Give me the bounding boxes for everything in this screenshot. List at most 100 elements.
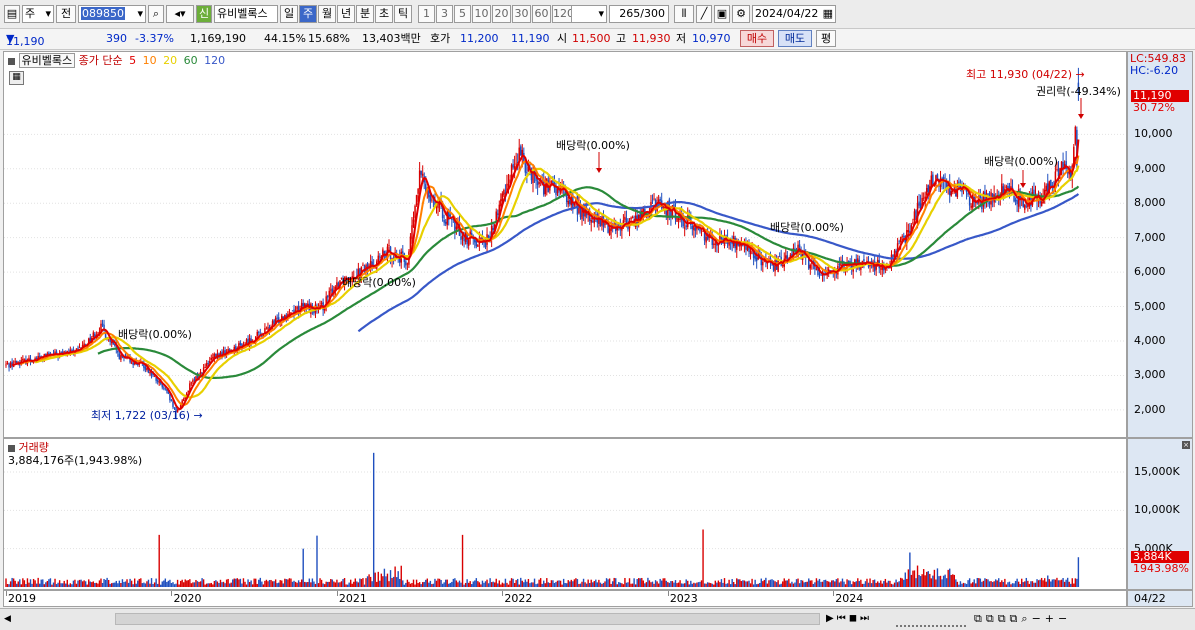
zoom-controls[interactable]: ⧉⧉⧉⧉⌕−+− xyxy=(974,612,1071,625)
current-price: 11,190 ▼ xyxy=(6,32,45,48)
period-button-2[interactable]: 월 xyxy=(318,5,336,23)
period-button-4[interactable]: 분 xyxy=(356,5,374,23)
speaker-icon[interactable]: ◂▾ xyxy=(166,5,194,23)
volume-bar xyxy=(602,582,605,587)
zoom-track[interactable] xyxy=(896,613,966,627)
volume-bar xyxy=(487,583,490,587)
scroll-thumb[interactable] xyxy=(115,613,820,625)
stock-code-input[interactable]: 089850 ▾ xyxy=(78,5,146,23)
volume-bar xyxy=(645,582,648,587)
count-field[interactable]: 265/300 xyxy=(609,5,669,23)
volume-bar xyxy=(212,584,214,587)
period-button-1[interactable]: 주 xyxy=(299,5,317,23)
volume-bar xyxy=(189,579,191,587)
volume-bar xyxy=(549,583,551,587)
bid-price: 11,190 xyxy=(511,32,550,45)
volume-bar xyxy=(1070,583,1072,587)
volume-bars xyxy=(5,452,1080,587)
volume-bar xyxy=(516,578,519,587)
volume-bar xyxy=(778,584,781,587)
count-select[interactable]: ▾ xyxy=(571,5,607,23)
interval-button-60[interactable]: 60 xyxy=(532,5,551,23)
volume-bar xyxy=(562,578,565,587)
grid-icon[interactable]: ▦ xyxy=(9,71,24,85)
period-button-0[interactable]: 일 xyxy=(280,5,298,23)
save-icon[interactable]: ▣ xyxy=(714,5,730,23)
legend-ma-20: 20 xyxy=(163,54,181,67)
candle xyxy=(912,218,914,225)
volume-bar xyxy=(618,582,620,587)
volume-bar xyxy=(524,579,527,587)
close-icon[interactable]: × xyxy=(1182,441,1190,449)
volume-bar xyxy=(811,580,813,587)
volume-bar xyxy=(406,579,409,587)
volume-chart[interactable] xyxy=(4,439,1126,589)
volume-bar xyxy=(221,582,223,587)
interval-button-1[interactable]: 1 xyxy=(418,5,435,23)
volume-bar xyxy=(702,529,704,587)
sell-button[interactable]: 매도 xyxy=(778,30,812,47)
legend-ma-label: 종가 단순 xyxy=(78,54,123,67)
volume-bar xyxy=(49,578,52,587)
volume-bar xyxy=(193,582,196,587)
interval-button-5[interactable]: 5 xyxy=(454,5,471,23)
price-change: 390 xyxy=(106,32,127,45)
volume-bar xyxy=(290,578,292,587)
volume-bar xyxy=(219,579,222,587)
volume-bar xyxy=(437,578,439,587)
volume-bar xyxy=(668,582,671,587)
volume-bar xyxy=(94,583,96,587)
gear-icon[interactable]: ⚙ xyxy=(732,5,750,23)
volume-bar xyxy=(1027,580,1029,587)
period-button-3[interactable]: 년 xyxy=(337,5,355,23)
volume-bar xyxy=(700,580,703,587)
volume-bar xyxy=(956,581,959,587)
volume-bar xyxy=(124,581,127,587)
volume-bar xyxy=(772,580,775,587)
candle-icon[interactable]: ⫴ xyxy=(674,5,694,23)
volume-bar xyxy=(553,582,556,587)
volume-bar xyxy=(299,582,301,587)
legend-square-icon xyxy=(8,444,15,452)
volume-bar xyxy=(5,578,7,587)
candle xyxy=(460,232,462,245)
period-button-6[interactable]: 틱 xyxy=(394,5,412,23)
playback-controls[interactable]: ▶⏮◼⏭ xyxy=(826,613,872,625)
volume-bar xyxy=(388,581,390,587)
volume-bar xyxy=(840,581,842,587)
stock-name-field[interactable]: 유비벨록스 xyxy=(214,5,278,23)
prev-button[interactable]: 전 xyxy=(56,5,76,23)
scroll-left-icon[interactable]: ◀ xyxy=(4,613,14,625)
volume-bar xyxy=(452,578,455,587)
volume-bar xyxy=(245,584,248,587)
candle xyxy=(968,196,971,211)
volume-bar xyxy=(570,579,573,587)
date-field[interactable]: 2024/04/22 ▦ xyxy=(752,5,836,23)
price-pane: 최고 11,930 (04/22) → 권리락(-49.34%) 최저 1,722 … xyxy=(3,51,1127,438)
date-tick-label: 2020 xyxy=(173,592,202,605)
interval-button-10[interactable]: 10 xyxy=(472,5,491,23)
chart-type-select[interactable]: 주 ▾ xyxy=(22,5,54,23)
chart-menu-icon[interactable]: ▤ xyxy=(4,5,20,23)
interval-button-20[interactable]: 20 xyxy=(492,5,511,23)
price-chart[interactable]: 최고 11,930 (04/22) → 권리락(-49.34%) 최저 1,722 … xyxy=(4,52,1126,437)
date-tick-mark xyxy=(667,591,669,596)
interval-button-3[interactable]: 3 xyxy=(436,5,453,23)
avg-button[interactable]: 평 xyxy=(816,30,836,47)
volume-bar xyxy=(582,578,585,587)
drawing-icon[interactable]: ╱ xyxy=(696,5,712,23)
interval-button-30[interactable]: 30 xyxy=(512,5,531,23)
volume-bar xyxy=(1063,581,1066,587)
period-button-5[interactable]: 초 xyxy=(375,5,393,23)
volume-bar xyxy=(302,548,304,587)
volume-bar xyxy=(342,579,344,587)
volume-bar xyxy=(1025,577,1028,587)
volume-bar xyxy=(68,584,70,587)
candle xyxy=(613,217,615,229)
volume-bar xyxy=(521,580,523,587)
volume-bar xyxy=(464,582,467,587)
volume-bar xyxy=(631,583,634,587)
buy-button[interactable]: 매수 xyxy=(740,30,774,47)
search-icon[interactable]: ⌕ xyxy=(148,5,164,23)
volume-bar xyxy=(760,578,762,587)
